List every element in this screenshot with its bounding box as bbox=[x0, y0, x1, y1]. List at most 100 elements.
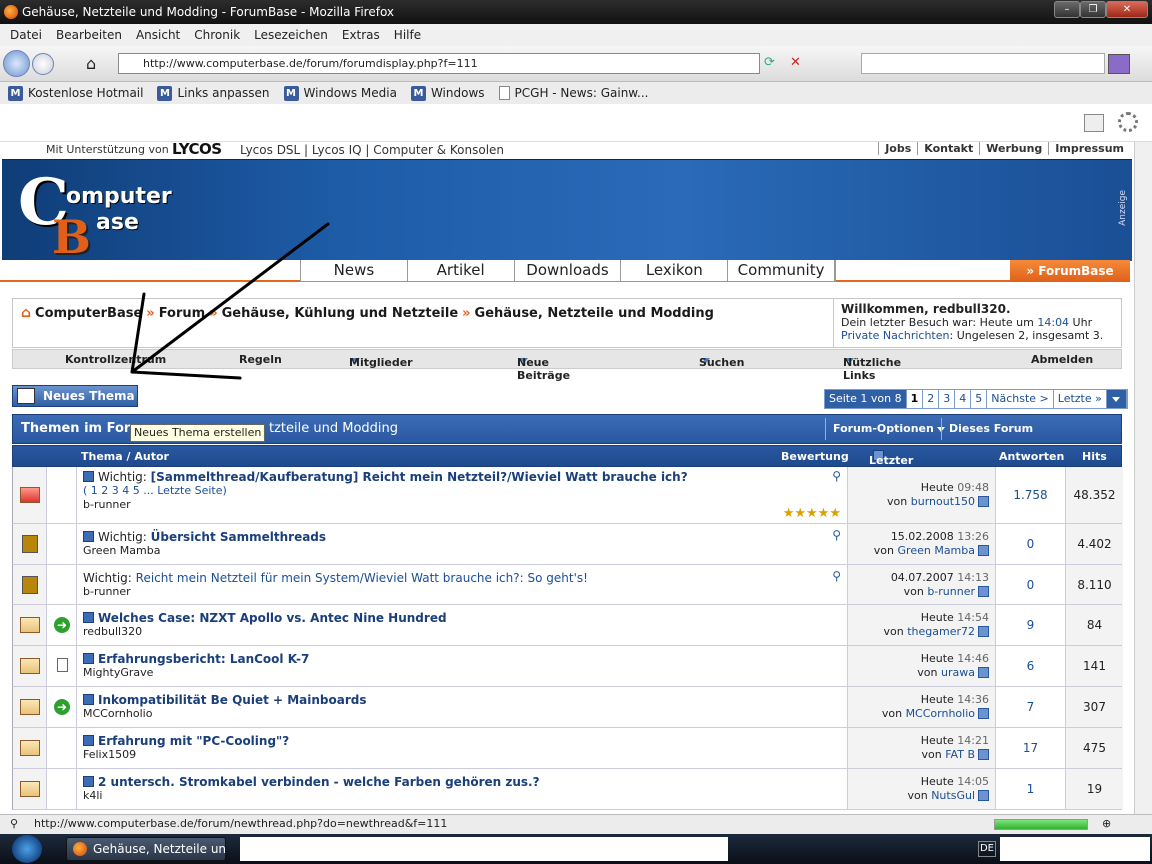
taskbar-firefox[interactable]: Gehäuse, Netzteile un... bbox=[66, 837, 226, 861]
scrollbar[interactable] bbox=[1134, 142, 1152, 814]
page-2[interactable]: 2 bbox=[923, 390, 940, 408]
thread-row[interactable]: ➜ Welches Case: NZXT Apollo vs. Antec Ni… bbox=[12, 605, 1123, 646]
last-poster[interactable]: MCCornholio bbox=[906, 707, 975, 720]
link-impressum[interactable]: Impressum bbox=[1048, 142, 1130, 155]
thread-title[interactable]: Reicht mein Netzteil für mein System/Wie… bbox=[136, 571, 588, 585]
menu-datei[interactable]: Datei bbox=[10, 28, 42, 42]
page-info[interactable]: Seite 1 von 8 bbox=[825, 390, 907, 408]
nav-neue-beitraege[interactable]: Neue Beiträge bbox=[517, 353, 570, 382]
jump-icon[interactable] bbox=[978, 586, 989, 597]
forum-search-button[interactable]: Dieses Forum durchsuchen bbox=[941, 418, 1121, 457]
thread-pages[interactable]: ( 1 2 3 4 5 ... Letzte Seite) bbox=[83, 484, 841, 498]
forum-options-button[interactable]: Forum-Optionen bbox=[825, 418, 952, 440]
col-last-post[interactable]: Letzter Beitrag bbox=[869, 450, 915, 480]
answers-count[interactable]: 1.758 bbox=[995, 467, 1065, 523]
thread-title[interactable]: Übersicht Sammelthreads bbox=[151, 530, 326, 544]
checkbox-icon[interactable] bbox=[83, 653, 94, 664]
col-thema[interactable]: Thema / Autor bbox=[81, 450, 169, 463]
col-antworten[interactable]: Antworten bbox=[999, 450, 1064, 463]
last-poster[interactable]: Green Mamba bbox=[898, 544, 975, 557]
answers-count[interactable]: 6 bbox=[995, 646, 1065, 686]
page-4[interactable]: 4 bbox=[955, 390, 972, 408]
url-bar[interactable]: http://www.computerbase.de/forum/forumdi… bbox=[118, 53, 760, 74]
checkbox-icon[interactable] bbox=[83, 612, 94, 623]
answers-count[interactable]: 0 bbox=[995, 524, 1065, 564]
link-werbung[interactable]: Werbung bbox=[979, 142, 1048, 155]
maximize-button[interactable]: ❐ bbox=[1080, 1, 1106, 18]
home-icon[interactable]: ⌂ bbox=[86, 55, 104, 73]
thread-author[interactable]: MightyGrave bbox=[83, 666, 841, 680]
jump-icon[interactable] bbox=[978, 545, 989, 556]
checkbox-icon[interactable] bbox=[83, 735, 94, 746]
menu-lesezeichen[interactable]: Lesezeichen bbox=[254, 28, 328, 42]
jump-icon[interactable] bbox=[978, 667, 989, 678]
nav-nuetzliche-links[interactable]: Nützliche Links bbox=[843, 353, 901, 382]
language-indicator[interactable]: DE bbox=[978, 841, 996, 857]
last-poster[interactable]: urawa bbox=[941, 666, 975, 679]
minimize-button[interactable]: – bbox=[1054, 1, 1080, 18]
thread-title[interactable]: Erfahrungsbericht: LanCool K-7 bbox=[98, 652, 309, 666]
jump-icon[interactable] bbox=[978, 790, 989, 801]
link-jobs[interactable]: Jobs bbox=[878, 142, 917, 155]
answers-count[interactable]: 1 bbox=[995, 769, 1065, 809]
reload-icon[interactable]: ⟳ bbox=[764, 55, 784, 73]
last-poster[interactable]: NutsGul bbox=[931, 789, 975, 802]
thread-author[interactable]: MCCornholio bbox=[83, 707, 841, 721]
answers-count[interactable]: 0 bbox=[995, 565, 1065, 604]
tab-downloads[interactable]: Downloads bbox=[515, 260, 622, 281]
new-thread-button[interactable]: Neues Thema bbox=[12, 385, 138, 407]
thread-title[interactable]: Welches Case: NZXT Apollo vs. Antec Nine… bbox=[98, 611, 447, 625]
page-3[interactable]: 3 bbox=[939, 390, 956, 408]
menu-chronik[interactable]: Chronik bbox=[194, 28, 240, 42]
private-messages-link[interactable]: Private Nachrichten bbox=[841, 329, 950, 342]
bookmark-pcgh[interactable]: PCGH - News: Gainw... bbox=[498, 86, 648, 100]
start-button[interactable] bbox=[12, 835, 42, 863]
last-poster[interactable]: burnout150 bbox=[911, 495, 975, 508]
col-bewertung[interactable]: Bewertung bbox=[781, 450, 849, 463]
bookmark-windows-media[interactable]: M Windows Media bbox=[283, 85, 397, 101]
thread-author[interactable]: b-runner bbox=[83, 498, 841, 512]
menu-extras[interactable]: Extras bbox=[342, 28, 380, 42]
close-button[interactable]: ✕ bbox=[1106, 1, 1148, 18]
back-button[interactable] bbox=[3, 50, 30, 77]
page-dropdown[interactable] bbox=[1106, 390, 1127, 408]
thread-row[interactable]: Erfahrungsbericht: LanCool K-7 MightyGra… bbox=[12, 646, 1123, 687]
thread-row[interactable]: ➜ Inkompatibilität Be Quiet + Mainboards… bbox=[12, 687, 1123, 728]
thread-title[interactable]: [Sammelthread/Kaufberatung] Reicht mein … bbox=[151, 470, 688, 484]
answers-count[interactable]: 7 bbox=[995, 687, 1065, 727]
jump-icon[interactable] bbox=[978, 496, 989, 507]
thread-author[interactable]: Green Mamba bbox=[83, 544, 841, 558]
thread-row[interactable]: Wichtig: [Sammelthread/Kaufberatung] Rei… bbox=[12, 467, 1123, 524]
checkbox-icon[interactable] bbox=[83, 531, 94, 542]
bookmark-windows[interactable]: M Windows bbox=[410, 85, 485, 101]
thread-author[interactable]: Felix1509 bbox=[83, 748, 841, 762]
page-next[interactable]: Nächste > bbox=[987, 390, 1054, 408]
tab-community[interactable]: Community bbox=[728, 260, 835, 281]
menu-hilfe[interactable]: Hilfe bbox=[394, 28, 421, 42]
thread-author[interactable]: redbull320 bbox=[83, 625, 841, 639]
forward-button[interactable] bbox=[32, 53, 54, 75]
page-5[interactable]: 5 bbox=[971, 390, 988, 408]
thread-title[interactable]: Erfahrung mit "PC-Cooling"? bbox=[98, 734, 289, 748]
thread-title[interactable]: 2 untersch. Stromkabel verbinden - welch… bbox=[98, 775, 540, 789]
jump-icon[interactable] bbox=[978, 708, 989, 719]
tab-lexikon[interactable]: Lexikon bbox=[621, 260, 729, 281]
bookmark-links-anpassen[interactable]: M Links anpassen bbox=[157, 85, 270, 101]
nav-mitglieder[interactable]: Mitglieder bbox=[349, 353, 413, 369]
tab-artikel[interactable]: Artikel bbox=[408, 260, 515, 281]
last-poster[interactable]: thegamer72 bbox=[907, 625, 975, 638]
page-last[interactable]: Letzte » bbox=[1053, 390, 1107, 408]
last-poster[interactable]: FAT B bbox=[945, 748, 975, 761]
thread-author[interactable]: k4li bbox=[83, 789, 841, 803]
addon-icon[interactable] bbox=[1108, 54, 1130, 74]
thread-author[interactable]: b-runner bbox=[83, 585, 841, 599]
jump-icon[interactable] bbox=[978, 749, 989, 760]
thread-row[interactable]: Erfahrung mit "PC-Cooling"? Felix1509 He… bbox=[12, 728, 1123, 769]
thread-row[interactable]: Wichtig: Übersicht Sammelthreads Green M… bbox=[12, 524, 1123, 565]
page-menu-icon[interactable] bbox=[1084, 114, 1104, 132]
zoom-icon[interactable]: ⊕ bbox=[1102, 815, 1111, 833]
answers-count[interactable]: 9 bbox=[995, 605, 1065, 645]
link-kontakt[interactable]: Kontakt bbox=[917, 142, 979, 155]
nav-suchen[interactable]: Suchen bbox=[699, 353, 744, 369]
bookmark-hotmail[interactable]: M Kostenlose Hotmail bbox=[8, 85, 143, 101]
